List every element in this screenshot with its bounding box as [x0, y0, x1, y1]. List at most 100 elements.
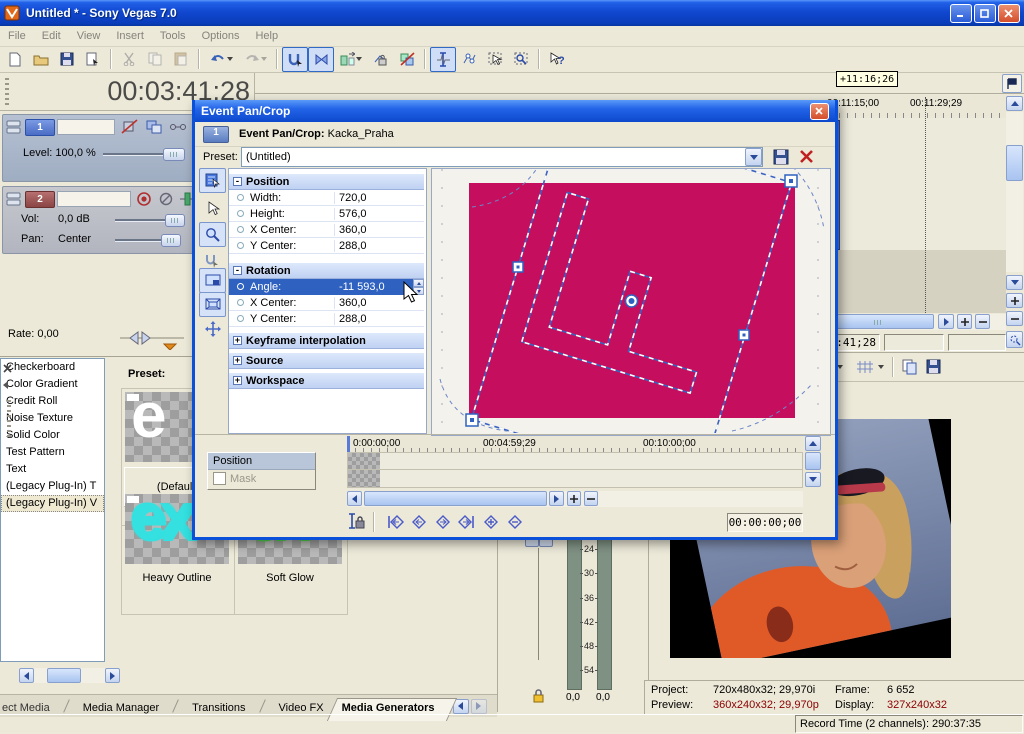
zoom-in-track-button[interactable]: [1006, 293, 1023, 308]
last-keyframe-button[interactable]: [455, 512, 479, 532]
open-icon[interactable]: [28, 47, 54, 72]
kf-zoom-out-button[interactable]: [584, 491, 598, 506]
menu-insert[interactable]: Insert: [108, 27, 152, 45]
pan-crop-workspace[interactable]: [431, 168, 831, 436]
keyframe-time-box[interactable]: 00:00:00;00: [727, 513, 803, 532]
preset-combo[interactable]: (Untitled): [241, 147, 763, 167]
auto-hide-panel-icon[interactable]: [3, 380, 15, 392]
section-header-workspace[interactable]: +Workspace: [229, 372, 424, 389]
property-value[interactable]: 360,0: [334, 224, 401, 236]
undo-icon[interactable]: [204, 47, 238, 72]
tab-video-fx[interactable]: Video FX: [273, 698, 330, 714]
properties-icon[interactable]: [80, 47, 106, 72]
track-fx-icon[interactable]: [169, 119, 189, 135]
tab-media-generators[interactable]: Media Generators: [338, 698, 439, 714]
menu-help[interactable]: Help: [247, 27, 286, 45]
drag-handle[interactable]: [5, 78, 9, 106]
list-item[interactable]: Noise Texture: [1, 410, 104, 427]
selection-length-box[interactable]: [948, 334, 1006, 351]
menu-tools[interactable]: Tools: [152, 27, 194, 45]
title-bar[interactable]: Untitled * - Sony Vegas 7.0: [0, 0, 1024, 26]
dialog-close-icon[interactable]: [810, 103, 829, 120]
keyframe-ruler[interactable]: 0:00:00;00 00:04:59;29 00:10:00;00: [347, 436, 803, 453]
mute-icon[interactable]: [158, 191, 174, 207]
arm-record-icon[interactable]: [136, 191, 152, 207]
new-project-icon[interactable]: [2, 47, 28, 72]
property-row[interactable]: Y Center:288,0: [229, 238, 424, 254]
list-item[interactable]: (Legacy Plug-In) T: [1, 478, 104, 495]
list-item[interactable]: Color Gradient: [1, 376, 104, 393]
section-header-position[interactable]: -Position: [229, 173, 424, 190]
kf-zoom-in-button[interactable]: [567, 491, 581, 506]
keyframe-track[interactable]: [347, 452, 803, 470]
size-about-center-tool[interactable]: [199, 292, 226, 317]
save-snapshot-icon[interactable]: [926, 359, 942, 375]
normal-edit-tool-icon[interactable]: [430, 47, 456, 72]
menu-file[interactable]: File: [0, 27, 34, 45]
property-row-angle-selected[interactable]: Angle: -11 593,0: [229, 279, 424, 295]
minimize-button[interactable]: [950, 4, 972, 23]
keyframe-cursor[interactable]: [347, 436, 350, 452]
zoom-out-track-button[interactable]: [1006, 311, 1023, 326]
copy-icon[interactable]: [142, 47, 168, 72]
playhead-cursor[interactable]: [925, 97, 927, 313]
level-slider-handle[interactable]: [163, 148, 185, 161]
property-row[interactable]: Width:720,0: [229, 190, 424, 206]
close-panel-icon[interactable]: [3, 364, 15, 376]
track-motion-icon[interactable]: [145, 119, 163, 135]
zoom-tool-button[interactable]: [1006, 331, 1023, 348]
pan-slider-handle[interactable]: [161, 234, 181, 247]
list-item[interactable]: Solid Color: [1, 427, 104, 444]
property-row[interactable]: Y Center:288,0: [229, 311, 424, 327]
tabs-scroll-right[interactable]: [471, 699, 487, 714]
redo-icon[interactable]: [238, 47, 272, 72]
property-row[interactable]: X Center:360,0: [229, 222, 424, 238]
keyframe-row-mask[interactable]: Mask: [208, 470, 315, 487]
selection-edit-tool-icon[interactable]: [482, 47, 508, 72]
list-item[interactable]: Test Pattern: [1, 444, 104, 461]
lock-aspect-tool[interactable]: [199, 268, 226, 293]
close-button[interactable]: [998, 4, 1020, 23]
keyframe-v-scrollbar[interactable]: [805, 436, 822, 488]
normal-edit-tool[interactable]: [199, 196, 226, 221]
property-row[interactable]: Height:576,0: [229, 206, 424, 222]
section-header-keyframe-interpolation[interactable]: +Keyframe interpolation: [229, 332, 424, 349]
insert-keyframe-button[interactable]: [479, 512, 503, 532]
ignore-grouping-icon[interactable]: [394, 47, 420, 72]
list-scrollbar[interactable]: [19, 668, 120, 683]
keyframe-h-scrollbar[interactable]: [347, 491, 803, 507]
level-slider-groove[interactable]: [103, 153, 165, 156]
timeline-v-scrollbar[interactable]: [1006, 95, 1024, 355]
bypass-motion-blur-icon[interactable]: [121, 119, 139, 135]
panel-drag-handle[interactable]: [7, 400, 11, 440]
whats-this-help-icon[interactable]: ?: [544, 47, 570, 72]
pan-slider-groove[interactable]: [115, 239, 165, 242]
property-value[interactable]: 288,0: [334, 313, 401, 325]
marker-tool-icon[interactable]: [1002, 74, 1022, 93]
dialog-title-bar[interactable]: Event Pan/Crop: [195, 100, 835, 122]
auto-crossfade-icon[interactable]: [308, 47, 334, 72]
rate-slider[interactable]: [120, 330, 190, 346]
property-value[interactable]: 720,0: [334, 192, 401, 204]
zoom-in-time-button[interactable]: [957, 314, 972, 329]
next-keyframe-button[interactable]: [431, 512, 455, 532]
list-item[interactable]: Text: [1, 461, 104, 478]
menu-edit[interactable]: Edit: [34, 27, 69, 45]
keyframe-track-mask[interactable]: [347, 470, 803, 488]
keyframe-row-position[interactable]: Position: [208, 453, 315, 470]
paste-icon[interactable]: [168, 47, 194, 72]
restore-button[interactable]: [974, 4, 996, 23]
menu-options[interactable]: Options: [194, 27, 248, 45]
generator-list[interactable]: Checkerboard Color Gradient Credit Roll …: [0, 358, 105, 662]
tab-project-media[interactable]: ect Media: [0, 698, 56, 714]
track-resize-handle-icon[interactable]: [6, 119, 22, 135]
mask-checkbox[interactable]: [213, 472, 226, 485]
angle-value-input[interactable]: -11 593,0: [334, 281, 401, 293]
tab-transitions[interactable]: Transitions: [186, 698, 251, 714]
vol-slider-groove[interactable]: [115, 219, 165, 222]
preset-combo-dropdown-icon[interactable]: [745, 148, 762, 166]
lock-envelopes-icon[interactable]: [368, 47, 394, 72]
timeline-h-scrollbar[interactable]: [820, 314, 1006, 330]
save-icon[interactable]: [54, 47, 80, 72]
enable-snapping-icon[interactable]: [282, 47, 308, 72]
